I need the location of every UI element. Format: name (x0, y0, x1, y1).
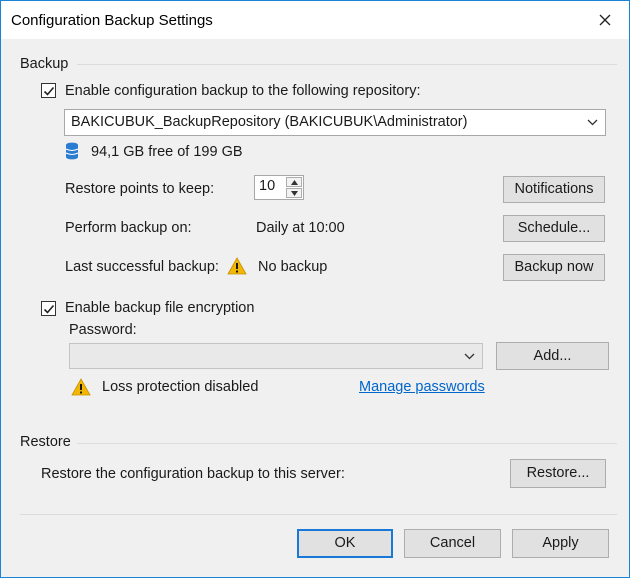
backup-now-button[interactable]: Backup now (503, 254, 605, 281)
enable-encryption-checkbox[interactable] (41, 301, 56, 316)
ok-button[interactable]: OK (297, 529, 393, 558)
apply-button[interactable]: Apply (512, 529, 609, 558)
backup-separator (77, 64, 617, 65)
last-backup-label: Last successful backup: (65, 259, 219, 275)
cancel-button[interactable]: Cancel (404, 529, 501, 558)
restore-points-value: 10 (259, 178, 276, 194)
restore-points-stepper[interactable]: 10 (254, 175, 304, 200)
free-space-text: 94,1 GB free of 199 GB (91, 144, 243, 160)
schedule-button[interactable]: Schedule... (503, 215, 605, 242)
checkmark-icon (43, 86, 55, 96)
stepper-down-button[interactable] (286, 188, 302, 198)
enable-backup-label: Enable configuration backup to the follo… (65, 83, 421, 99)
add-password-button[interactable]: Add... (496, 342, 609, 370)
perform-backup-value: Daily at 10:00 (256, 220, 345, 236)
restore-description: Restore the configuration backup to this… (41, 466, 345, 482)
database-icon (65, 142, 79, 160)
restore-section-label: Restore (20, 434, 71, 450)
footer-separator (20, 514, 617, 515)
manage-passwords-link[interactable]: Manage passwords (359, 379, 485, 395)
enable-backup-checkbox[interactable] (41, 83, 56, 98)
chevron-down-icon (291, 191, 298, 196)
repository-dropdown[interactable]: BAKICUBUK_BackupRepository (BAKICUBUK\Ad… (64, 109, 606, 136)
warning-icon (71, 378, 91, 396)
stepper-up-button[interactable] (286, 177, 302, 187)
chevron-down-icon (587, 119, 598, 126)
checkmark-icon (43, 304, 55, 314)
restore-points-label: Restore points to keep: (65, 181, 215, 197)
restore-button[interactable]: Restore... (510, 459, 606, 488)
password-dropdown[interactable] (69, 343, 483, 369)
title-bar: Configuration Backup Settings (1, 1, 629, 39)
restore-separator (77, 443, 617, 444)
warning-icon (227, 257, 247, 275)
backup-section-label: Backup (20, 56, 69, 72)
repository-value: BAKICUBUK_BackupRepository (BAKICUBUK\Ad… (71, 114, 468, 130)
last-backup-value: No backup (258, 259, 328, 275)
chevron-down-icon (464, 353, 475, 360)
enable-encryption-label: Enable backup file encryption (65, 300, 255, 316)
stepper-buttons (286, 177, 302, 198)
dialog-title: Configuration Backup Settings (11, 12, 213, 29)
notifications-button[interactable]: Notifications (503, 176, 605, 203)
password-label: Password: (69, 322, 137, 338)
loss-protection-text: Loss protection disabled (102, 379, 259, 395)
close-button[interactable] (587, 5, 623, 35)
chevron-up-icon (291, 180, 298, 185)
perform-backup-label: Perform backup on: (65, 220, 192, 236)
close-icon (599, 14, 611, 26)
config-backup-dialog: Configuration Backup Settings Backup Ena… (0, 0, 630, 578)
